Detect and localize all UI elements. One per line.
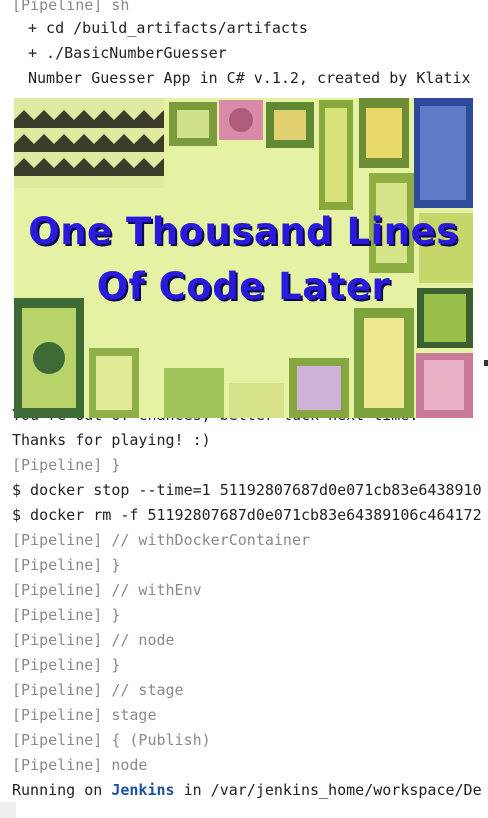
meme-image: One Thousand Lines Of Code Later bbox=[14, 98, 473, 418]
console-line: [Pipeline] stage bbox=[12, 706, 157, 724]
tiki-background-art bbox=[14, 98, 473, 418]
scroll-tick bbox=[484, 360, 488, 366]
console-line: [Pipeline] node bbox=[12, 756, 148, 774]
console-line: $ docker rm -f 51192807687d0e071cb83e643… bbox=[12, 506, 482, 524]
console-line: [Pipeline] // withEnv bbox=[12, 581, 202, 599]
console-line: + cd /build_artifacts/artifacts bbox=[28, 19, 308, 37]
meme-caption-line1: One Thousand Lines bbox=[28, 210, 459, 253]
jenkins-node-link[interactable]: Jenkins bbox=[111, 781, 174, 799]
console-line: [Pipeline] // node bbox=[12, 631, 175, 649]
console-line: [Pipeline] // withDockerContainer bbox=[12, 531, 311, 549]
console-line: [Pipeline] } bbox=[12, 456, 121, 474]
console-line: [Pipeline] } bbox=[12, 556, 121, 574]
console-line: [Pipeline] } bbox=[12, 606, 121, 624]
console-line: [Pipeline] sh bbox=[12, 0, 130, 14]
running-prefix: Running on bbox=[12, 781, 112, 799]
scrollbar-corner bbox=[0, 802, 16, 818]
console-line: [Pipeline] } bbox=[12, 656, 121, 674]
console-line: $ docker stop --time=1 51192807687d0e071… bbox=[12, 481, 482, 499]
console-line: Number Guesser App in C# v.1.2, created … bbox=[28, 69, 471, 87]
running-on-line: Running on Jenkins in /var/jenkins_home/… bbox=[12, 780, 482, 800]
console-line: [Pipeline] { (Publish) bbox=[12, 731, 211, 749]
console-line: Thanks for playing! :) bbox=[12, 431, 211, 449]
console-line: + ./BasicNumberGuesser bbox=[28, 44, 227, 62]
console-line: [Pipeline] // stage bbox=[12, 681, 184, 699]
meme-caption-line2: Of Code Later bbox=[96, 265, 391, 308]
running-suffix: in /var/jenkins_home/workspace/De bbox=[174, 781, 482, 799]
